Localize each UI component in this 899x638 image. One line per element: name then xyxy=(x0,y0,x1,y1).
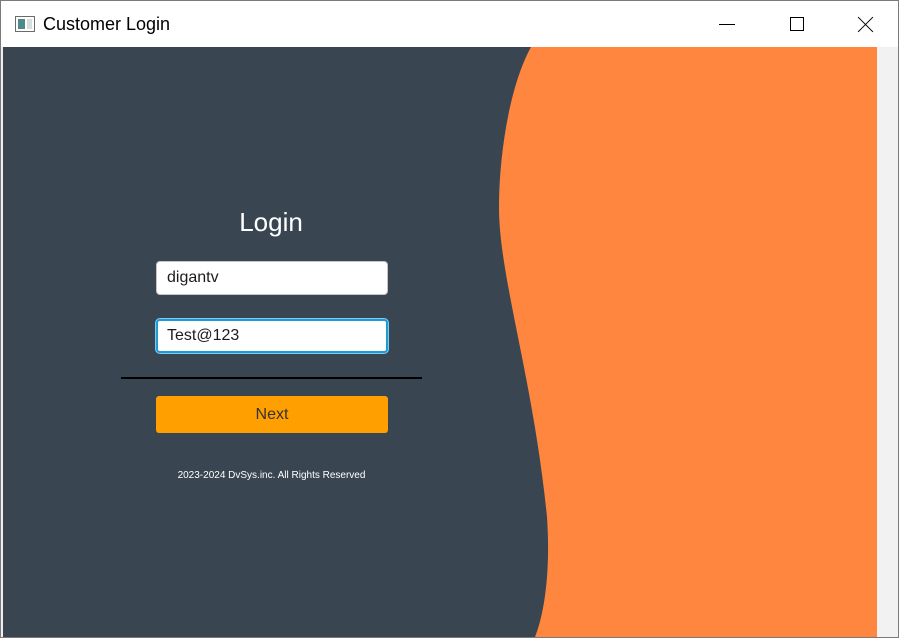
copyright-footer: 2023-2024 DvSys.inc. All Rights Reserved xyxy=(177,470,366,481)
orange-wave-shape xyxy=(499,47,877,637)
login-heading: Login xyxy=(239,207,303,237)
login-panel: Login Next 2023-2024 DvSys.inc. All Righ… xyxy=(3,47,877,637)
next-button[interactable]: Next xyxy=(156,396,388,433)
divider-line xyxy=(121,377,422,379)
minimize-button[interactable] xyxy=(692,1,762,47)
maximize-icon xyxy=(790,17,804,31)
login-window: Customer Login Login Next 2023-2024 DvSy… xyxy=(0,0,899,638)
close-button[interactable] xyxy=(832,1,898,47)
app-window-icon xyxy=(15,16,35,32)
minimize-icon xyxy=(719,24,735,25)
password-field[interactable] xyxy=(156,319,388,353)
close-icon xyxy=(858,16,874,32)
username-field[interactable] xyxy=(156,261,388,295)
title-bar[interactable]: Customer Login xyxy=(1,1,898,47)
window-right-gutter xyxy=(877,47,898,637)
maximize-button[interactable] xyxy=(762,1,832,47)
window-title: Customer Login xyxy=(43,14,171,34)
